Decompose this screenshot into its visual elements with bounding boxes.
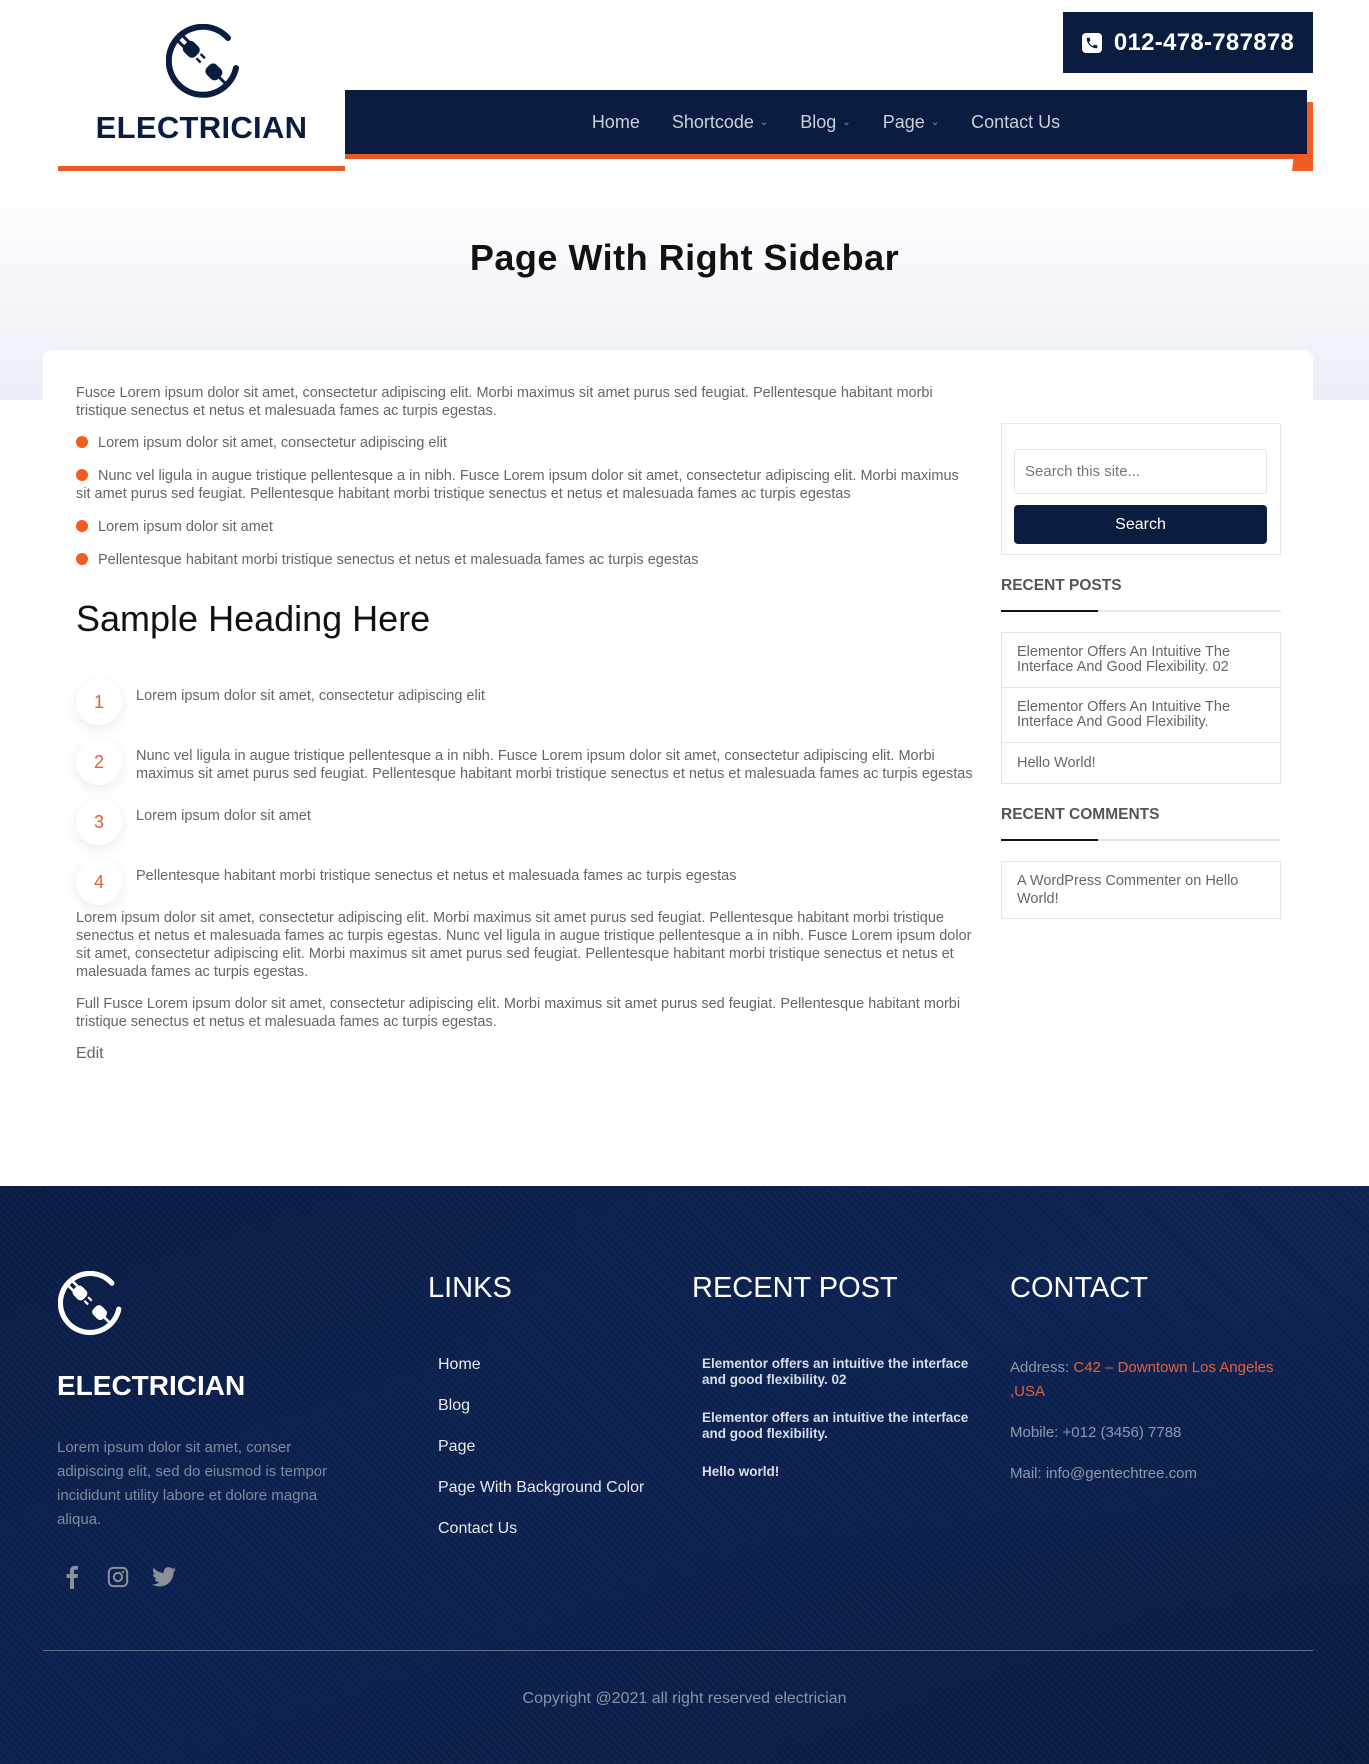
contact-mail: Mail: info@gentechtree.com — [1010, 1465, 1197, 1482]
address-label: Address: — [1010, 1359, 1074, 1376]
logo-underline — [58, 166, 345, 171]
recent-posts-list: Elementor Offers An Intuitive The Interf… — [1001, 632, 1281, 784]
social-links — [60, 1564, 176, 1590]
bullet-item: Lorem ipsum dolor sit amet — [76, 518, 976, 536]
footer-recent-posts: Elementor offers an intuitive the interf… — [702, 1356, 972, 1502]
footer-link-contact[interactable]: Contact Us — [438, 1520, 644, 1561]
nav-blog[interactable]: Blog ⌄ — [784, 112, 866, 133]
nav-page[interactable]: Page ⌄ — [867, 112, 955, 133]
intro-paragraph: Fusce Lorem ipsum dolor sit amet, consec… — [76, 385, 933, 419]
recent-post-link[interactable]: Hello World! — [1002, 743, 1280, 783]
nav-shortcode[interactable]: Shortcode ⌄ — [656, 112, 784, 133]
bullet-text: Nunc vel ligula in augue tristique pelle… — [76, 468, 959, 502]
recent-comments-list: A WordPress Commenter on Hello World! — [1001, 861, 1281, 919]
footer-recent-post-title: RECENT POST — [692, 1272, 898, 1304]
numbered-text: Pellentesque habitant morbi tristique se… — [136, 868, 737, 884]
nav-blog-label: Blog — [800, 111, 837, 132]
search-widget: Search — [1001, 423, 1281, 555]
numbered-item: 1 Lorem ipsum dolor sit amet, consectetur… — [76, 679, 976, 739]
section-heading: Sample Heading Here — [76, 598, 431, 639]
phone-number: 012-478-787878 — [1113, 28, 1295, 56]
numbered-list: 1 Lorem ipsum dolor sit amet, consectetur… — [76, 679, 976, 909]
footer-contact-title: CONTACT — [1010, 1272, 1149, 1304]
brand-name: ELECTRICIAN — [95, 110, 308, 145]
nav-page-label: Page — [882, 111, 925, 132]
recent-comments-title: RECENT COMMENTS — [1001, 806, 1281, 841]
footer-links-title: LINKS — [428, 1272, 512, 1304]
footer-link-blog[interactable]: Blog — [438, 1397, 644, 1438]
number-badge: 3 — [76, 799, 122, 845]
contact-address: Address: C42 – Downtown Los Angeles ,USA — [1010, 1356, 1300, 1404]
search-input[interactable] — [1014, 449, 1267, 494]
footer-post-link[interactable]: Elementor offers an intuitive the interf… — [702, 1356, 972, 1388]
site-header: ELECTRICIAN 012-478-787878 Home Shortcod… — [0, 0, 1369, 180]
bullet-dot-icon — [76, 469, 88, 481]
bullet-list: Lorem ipsum dolor sit amet, consectetur … — [76, 434, 976, 569]
main-content: Fusce Lorem ipsum dolor sit amet, consec… — [76, 384, 976, 1063]
twitter-icon[interactable] — [152, 1564, 176, 1590]
number-badge: 4 — [76, 859, 122, 905]
search-button[interactable]: Search — [1014, 505, 1267, 544]
bullet-item: Nunc vel ligula in augue tristique pelle… — [76, 467, 976, 503]
footer-links: Home Blog Page Page With Background Colo… — [438, 1356, 644, 1561]
nav-shortcode-label: Shortcode — [671, 111, 754, 132]
nav-home[interactable]: Home — [576, 112, 656, 133]
numbered-text: Nunc vel ligula in augue tristique pelle… — [136, 748, 973, 782]
numbered-item: 2 Nunc vel ligula in augue tristique pell… — [76, 739, 976, 799]
chevron-down-icon: ⌄ — [842, 116, 851, 128]
bullet-text: Lorem ipsum dolor sit amet — [98, 519, 273, 535]
footer-link-page-bg-color[interactable]: Page With Background Color — [438, 1479, 644, 1520]
page-title: Page With Right Sidebar — [469, 237, 900, 278]
plug-logo-icon — [166, 24, 239, 98]
copyright-text: Copyright @2021 all right reserved elect… — [522, 1690, 847, 1707]
number-badge: 2 — [76, 739, 122, 785]
site-footer: ELECTRICIAN Lorem ipsum dolor sit amet, … — [0, 1186, 1369, 1764]
main-nav: Home Shortcode ⌄ Blog ⌄ Page ⌄ Contact Us — [345, 90, 1307, 154]
site-logo[interactable]: ELECTRICIAN — [58, 0, 345, 172]
comment-author-link[interactable]: A WordPress Commenter — [1017, 873, 1181, 889]
nav-home-label: Home — [591, 111, 640, 132]
bullet-text: Pellentesque habitant morbi tristique se… — [98, 552, 699, 568]
chevron-down-icon: ⌄ — [759, 116, 769, 128]
bullet-dot-icon — [76, 436, 88, 448]
nav-contact-label: Contact Us — [971, 111, 1061, 132]
footer-contact: Address: C42 – Downtown Los Angeles ,USA… — [1010, 1356, 1300, 1503]
bullet-text: Lorem ipsum dolor sit amet, consectetur … — [98, 435, 447, 451]
nav-contact-us[interactable]: Contact Us — [955, 112, 1076, 133]
recent-posts-title: RECENT POSTS — [1001, 577, 1281, 612]
bullet-item: Lorem ipsum dolor sit amet, consectetur … — [76, 434, 976, 452]
contact-mobile: Mobile: +012 (3456) 7788 — [1010, 1424, 1182, 1441]
facebook-icon[interactable] — [60, 1564, 84, 1590]
comment-separator: on — [1181, 873, 1206, 889]
bullet-dot-icon — [76, 553, 88, 565]
numbered-text: Lorem ipsum dolor sit amet — [136, 808, 311, 824]
plug-logo-icon — [58, 1271, 122, 1336]
numbered-item: 3 Lorem ipsum dolor sit amet — [76, 799, 976, 859]
numbered-text: Lorem ipsum dolor sit amet, consectetur … — [136, 688, 485, 704]
numbered-item: 4 Pellentesque habitant morbi tristique s… — [76, 859, 976, 909]
footer-divider — [43, 1650, 1313, 1651]
number-badge: 1 — [76, 679, 122, 725]
footer-brand: ELECTRICIAN — [57, 1370, 246, 1401]
bullet-item: Pellentesque habitant morbi tristique se… — [76, 551, 976, 569]
instagram-icon[interactable] — [106, 1564, 130, 1590]
recent-post-link[interactable]: Elementor Offers An Intuitive The Interf… — [1002, 633, 1280, 688]
footer-post-link[interactable]: Elementor offers an intuitive the interf… — [702, 1410, 972, 1442]
body-paragraph: Lorem ipsum dolor sit amet, consectetur … — [76, 910, 972, 980]
bullet-dot-icon — [76, 520, 88, 532]
chevron-down-icon: ⌄ — [930, 116, 940, 128]
footer-link-home[interactable]: Home — [438, 1356, 644, 1397]
phone-contact-button[interactable]: 012-478-787878 — [1063, 12, 1313, 73]
edit-link[interactable]: Edit — [76, 1045, 104, 1062]
footer-description: Lorem ipsum dolor sit amet, conser adipi… — [57, 1439, 328, 1528]
footer-link-page[interactable]: Page — [438, 1438, 644, 1479]
nav-underline — [345, 154, 1295, 159]
footer-post-link[interactable]: Hello world! — [702, 1464, 972, 1480]
body-paragraph: Full Fusce Lorem ipsum dolor sit amet, c… — [76, 996, 961, 1030]
right-sidebar: Search RECENT POSTS Elementor Offers An … — [1001, 423, 1281, 919]
phone-icon — [1081, 32, 1102, 53]
recent-post-link[interactable]: Elementor Offers An Intuitive The Interf… — [1002, 688, 1280, 743]
recent-comment-item: A WordPress Commenter on Hello World! — [1002, 862, 1280, 918]
